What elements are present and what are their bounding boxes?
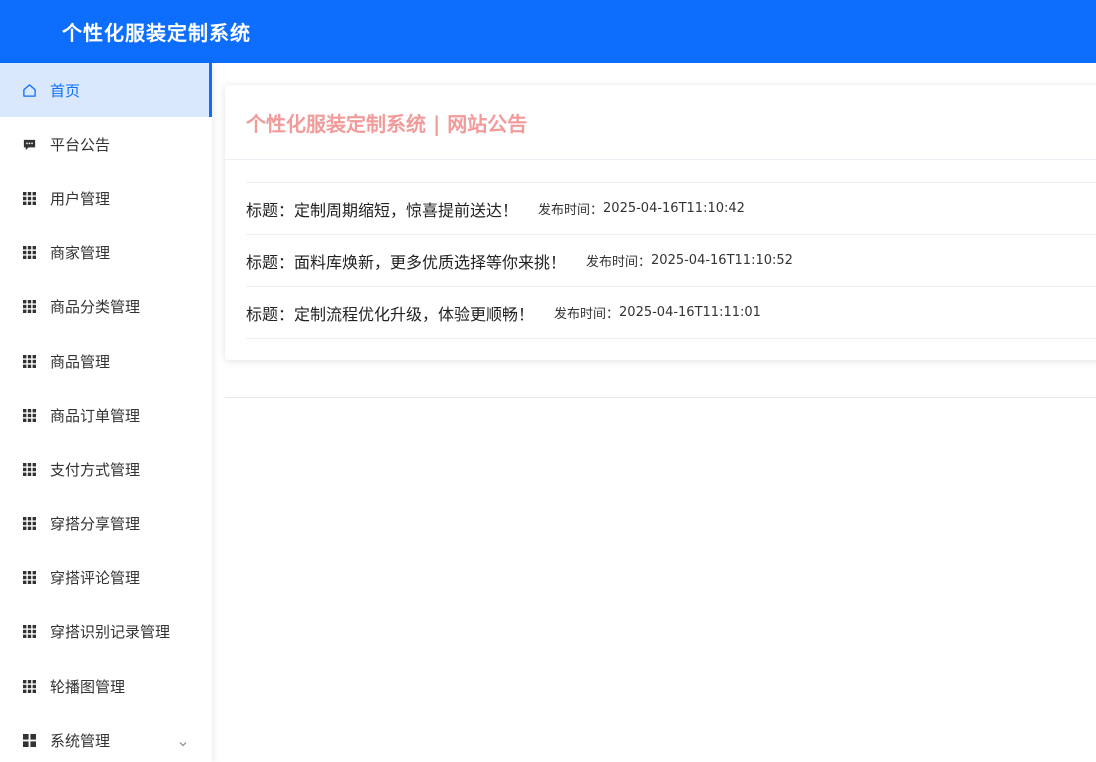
sidebar-item-order-management[interactable]: 商品订单管理	[0, 388, 212, 442]
sidebar-item-announcements[interactable]: 平台公告	[0, 117, 212, 171]
grid-icon	[22, 516, 37, 531]
announcement-list: 标题：定制周期缩短，惊喜提前送达！ 发布时间： 2025-04-16T11:10…	[246, 182, 1096, 339]
announcement-time: 2025-04-16T11:10:42	[603, 201, 745, 216]
apps-icon	[22, 733, 37, 748]
message-icon	[22, 137, 37, 152]
home-icon	[22, 83, 37, 98]
sidebar-item-label: 穿搭识别记录管理	[50, 623, 171, 642]
announcement-card-header: 个性化服装定制系统 | 网站公告	[225, 85, 1096, 160]
sidebar-item-outfit-recognition-management[interactable]: 穿搭识别记录管理	[0, 605, 212, 659]
sidebar-item-label: 商品分类管理	[50, 298, 141, 317]
grid-icon	[22, 191, 37, 206]
sidebar-item-label: 商品订单管理	[50, 406, 141, 425]
grid-icon	[22, 408, 37, 423]
grid-icon	[22, 245, 37, 260]
app-title: 个性化服装定制系统	[62, 21, 251, 45]
sidebar-item-label: 商品管理	[50, 352, 111, 371]
grid-icon	[22, 462, 37, 477]
sidebar-item-label: 首页	[50, 81, 81, 100]
sidebar-item-category-management[interactable]: 商品分类管理	[0, 280, 212, 334]
sidebar-item-label: 系统管理	[50, 731, 111, 750]
announcement-time-label: 发布时间：	[586, 255, 652, 270]
announcement-card: 个性化服装定制系统 | 网站公告 标题：定制周期缩短，惊喜提前送达！ 发布时间：…	[225, 85, 1096, 360]
sidebar-item-label: 轮播图管理	[50, 677, 126, 696]
sidebar-item-merchant-management[interactable]: 商家管理	[0, 226, 212, 280]
sidebar-item-home[interactable]: 首页	[0, 63, 212, 118]
grid-icon	[22, 679, 37, 694]
sidebar-item-label: 用户管理	[50, 189, 111, 208]
announcement-heading: 个性化服装定制系统 | 网站公告	[246, 111, 528, 136]
announcement-time-label: 发布时间：	[538, 203, 604, 218]
announcement-item[interactable]: 标题：定制周期缩短，惊喜提前送达！ 发布时间： 2025-04-16T11:10…	[246, 183, 1096, 235]
grid-icon	[22, 624, 37, 639]
grid-icon	[22, 354, 37, 369]
sidebar-item-product-management[interactable]: 商品管理	[0, 334, 212, 388]
sidebar-item-payment-management[interactable]: 支付方式管理	[0, 442, 212, 496]
sidebar-item-label: 支付方式管理	[50, 460, 141, 479]
sidebar-item-user-management[interactable]: 用户管理	[0, 171, 212, 225]
announcement-time: 2025-04-16T11:11:01	[619, 305, 761, 320]
grid-icon	[22, 570, 37, 585]
sidebar-item-label: 穿搭评论管理	[50, 569, 141, 588]
chevron-down-icon[interactable]	[178, 735, 188, 747]
sidebar-item-outfit-share-management[interactable]: 穿搭分享管理	[0, 497, 212, 551]
top-header-bar: 个性化服装定制系统	[0, 0, 1096, 63]
announcement-title[interactable]: 标题：定制周期缩短，惊喜提前送达！	[246, 197, 518, 221]
sidebar-item-label: 平台公告	[50, 135, 111, 154]
sidebar-item-carousel-management[interactable]: 轮播图管理	[0, 659, 212, 713]
announcement-title[interactable]: 标题：定制流程优化升级，体验更顺畅！	[246, 301, 534, 325]
sidebar-item-label: 商家管理	[50, 244, 111, 263]
announcement-item[interactable]: 标题：面料库焕新，更多优质选择等你来挑！ 发布时间： 2025-04-16T11…	[246, 235, 1096, 287]
content-divider	[225, 397, 1096, 398]
announcement-title[interactable]: 标题：面料库焕新，更多优质选择等你来挑！	[246, 249, 566, 273]
sidebar-item-label: 穿搭分享管理	[50, 515, 141, 534]
sidebar-menu: 首页 平台公告 用户管理 商家管理 商品分类管理 商品管理 商品订单管理 支付方…	[0, 63, 212, 762]
sidebar-item-system-management[interactable]: 系统管理	[0, 713, 212, 762]
sidebar-item-outfit-comment-management[interactable]: 穿搭评论管理	[0, 551, 212, 605]
announcement-time-label: 发布时间：	[554, 307, 620, 322]
announcement-item[interactable]: 标题：定制流程优化升级，体验更顺畅！ 发布时间： 2025-04-16T11:1…	[246, 287, 1096, 339]
announcement-time: 2025-04-16T11:10:52	[651, 253, 793, 268]
main-content: 个性化服装定制系统 | 网站公告 标题：定制周期缩短，惊喜提前送达！ 发布时间：…	[212, 63, 1096, 762]
grid-icon	[22, 299, 37, 314]
